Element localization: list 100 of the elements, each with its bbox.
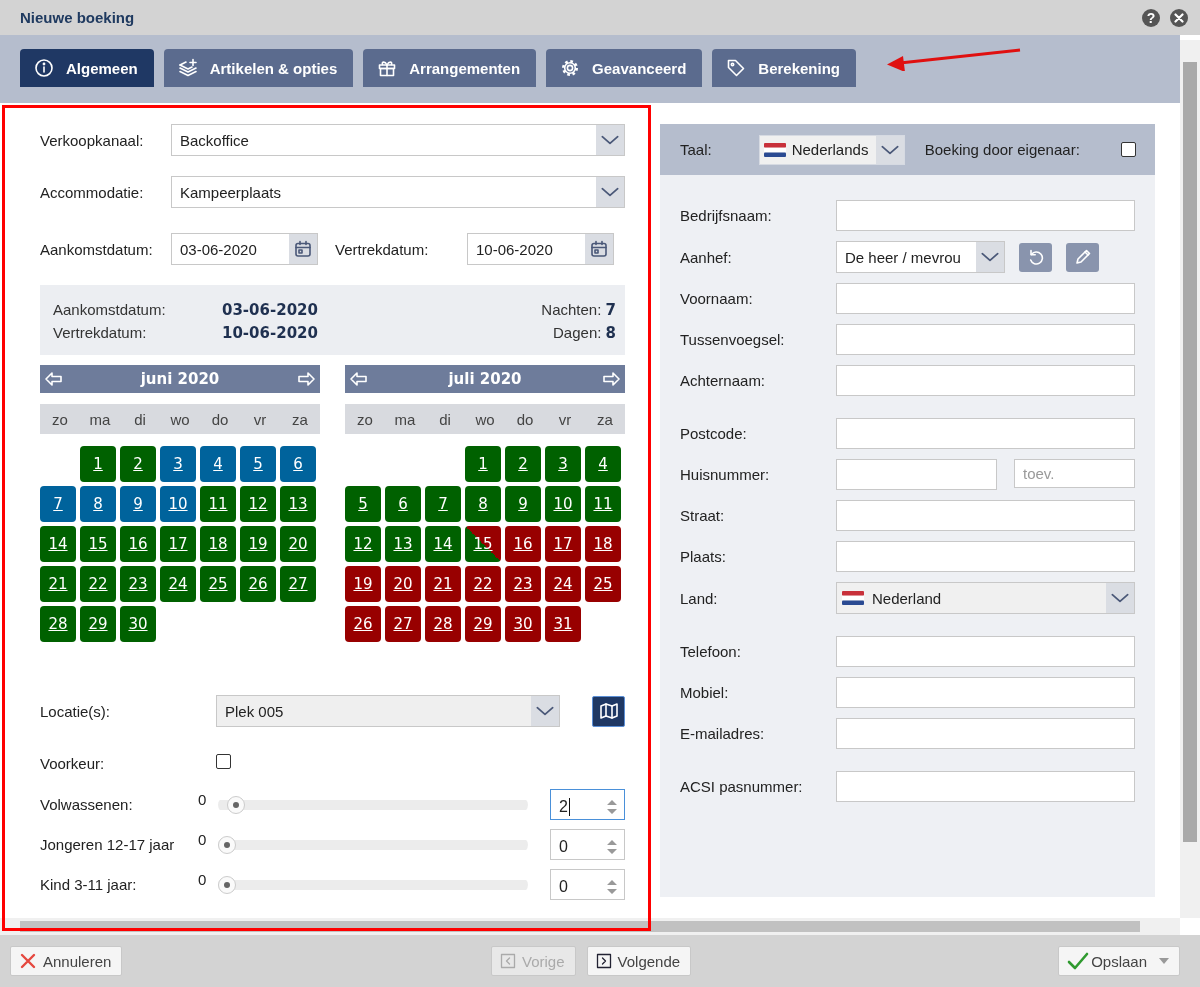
calendar-button[interactable] bbox=[289, 234, 317, 264]
cancel-button[interactable]: Annuleren bbox=[10, 946, 123, 976]
calendar-day[interactable]: 11 bbox=[585, 486, 621, 522]
input-field[interactable] bbox=[836, 324, 1135, 355]
calendar-day[interactable]: 29 bbox=[80, 606, 116, 642]
calendar-day[interactable]: 26 bbox=[345, 606, 381, 642]
number-field[interactable]: 2 bbox=[550, 789, 625, 820]
calendar-day[interactable]: 7 bbox=[40, 486, 76, 522]
calendar-day[interactable]: 30 bbox=[505, 606, 541, 642]
calendar-day[interactable]: 1 bbox=[80, 446, 116, 482]
calendar-day[interactable]: 16 bbox=[505, 526, 541, 562]
number-field[interactable]: 0 bbox=[550, 829, 625, 860]
checkbox[interactable] bbox=[216, 754, 231, 769]
date-field[interactable]: 10-06-2020 bbox=[467, 233, 614, 265]
previous-month-button[interactable] bbox=[349, 370, 369, 388]
calendar-day[interactable]: 3 bbox=[545, 446, 581, 482]
vertical-scrollbar[interactable] bbox=[1180, 40, 1200, 918]
calendar-button[interactable] bbox=[585, 234, 613, 264]
calendar-day[interactable]: 14 bbox=[40, 526, 76, 562]
calendar-day[interactable]: 15 bbox=[80, 526, 116, 562]
salutation-dropdown[interactable]: De heer / mevrou bbox=[836, 241, 1005, 273]
calendar-day[interactable]: 28 bbox=[425, 606, 461, 642]
input-field[interactable] bbox=[836, 718, 1135, 749]
tab[interactable]: Arrangementen bbox=[363, 49, 537, 87]
calendar-day[interactable]: 13 bbox=[280, 486, 316, 522]
next-month-button[interactable] bbox=[296, 370, 316, 388]
previous-month-button[interactable] bbox=[44, 370, 64, 388]
calendar-day[interactable]: 14 bbox=[425, 526, 461, 562]
calendar-day[interactable]: 5 bbox=[240, 446, 276, 482]
calendar-day[interactable]: 31 bbox=[545, 606, 581, 642]
checkbox[interactable] bbox=[1121, 142, 1136, 157]
calendar-day[interactable]: 18 bbox=[585, 526, 621, 562]
calendar-day[interactable]: 24 bbox=[545, 566, 581, 602]
reset-button[interactable] bbox=[1019, 242, 1052, 272]
input-field[interactable] bbox=[836, 500, 1135, 531]
calendar-day[interactable]: 2 bbox=[505, 446, 541, 482]
calendar-day[interactable]: 25 bbox=[585, 566, 621, 602]
input-field[interactable] bbox=[836, 459, 997, 490]
calendar-day[interactable]: 9 bbox=[120, 486, 156, 522]
number-field[interactable]: 0 bbox=[550, 869, 625, 900]
date-field[interactable]: 03-06-2020 bbox=[171, 233, 318, 265]
slider-thumb[interactable] bbox=[218, 835, 236, 854]
calendar-day[interactable]: 28 bbox=[40, 606, 76, 642]
tab[interactable]: Geavanceerd bbox=[546, 49, 703, 87]
calendar-day[interactable]: 21 bbox=[40, 566, 76, 602]
location-dropdown[interactable]: Plek 005 bbox=[216, 695, 560, 727]
calendar-day[interactable]: 30 bbox=[120, 606, 156, 642]
input-field[interactable] bbox=[836, 418, 1135, 449]
calendar-day[interactable]: 29 bbox=[465, 606, 501, 642]
close-button[interactable] bbox=[1170, 8, 1188, 27]
calendar-day[interactable]: 2 bbox=[120, 446, 156, 482]
calendar-day[interactable]: 13 bbox=[385, 526, 421, 562]
slider-thumb[interactable] bbox=[226, 795, 245, 814]
calendar-day[interactable]: 3 bbox=[160, 446, 196, 482]
calendar-day[interactable]: 4 bbox=[585, 446, 621, 482]
calendar-day[interactable]: 17 bbox=[545, 526, 581, 562]
calendar-day[interactable]: 10 bbox=[160, 486, 196, 522]
slider-thumb[interactable] bbox=[218, 875, 236, 894]
calendar-day[interactable]: 1 bbox=[465, 446, 501, 482]
calendar-day[interactable]: 20 bbox=[280, 526, 316, 562]
calendar-day[interactable]: 6 bbox=[280, 446, 316, 482]
calendar-day[interactable]: 17 bbox=[160, 526, 196, 562]
calendar-day[interactable]: 22 bbox=[465, 566, 501, 602]
country-dropdown[interactable]: Nederland bbox=[836, 582, 1135, 614]
calendar-day[interactable]: 25 bbox=[200, 566, 236, 602]
calendar-day[interactable]: 4 bbox=[200, 446, 236, 482]
calendar-day[interactable]: 11 bbox=[200, 486, 236, 522]
sales-channel-dropdown[interactable]: Backoffice bbox=[171, 124, 625, 156]
calendar-day[interactable]: 5 bbox=[345, 486, 381, 522]
help-button[interactable]: ? bbox=[1142, 8, 1160, 27]
calendar-day[interactable]: 7 bbox=[425, 486, 461, 522]
input-field[interactable] bbox=[836, 771, 1135, 802]
calendar-day[interactable]: 8 bbox=[465, 486, 501, 522]
calendar-day[interactable]: 20 bbox=[385, 566, 421, 602]
input-field[interactable] bbox=[836, 365, 1135, 396]
calendar-day[interactable]: 22 bbox=[80, 566, 116, 602]
tab[interactable]: Artikelen & opties bbox=[163, 49, 354, 87]
language-dropdown[interactable]: Nederlands bbox=[758, 134, 905, 165]
next-button[interactable]: Volgende bbox=[586, 946, 692, 976]
calendar-day[interactable]: 27 bbox=[280, 566, 316, 602]
input-field[interactable] bbox=[836, 200, 1135, 231]
save-button[interactable]: Opslaan bbox=[1058, 946, 1180, 976]
calendar-day[interactable]: 19 bbox=[345, 566, 381, 602]
input-field[interactable] bbox=[836, 541, 1135, 572]
accommodation-dropdown[interactable]: Kampeerplaats bbox=[171, 176, 625, 208]
calendar-day[interactable]: 12 bbox=[345, 526, 381, 562]
calendar-day[interactable]: 9 bbox=[505, 486, 541, 522]
tab[interactable]: Berekening bbox=[712, 49, 857, 87]
calendar-day[interactable]: 24 bbox=[160, 566, 196, 602]
input-field[interactable] bbox=[836, 677, 1135, 708]
map-button[interactable] bbox=[592, 695, 625, 727]
calendar-day[interactable]: 16 bbox=[120, 526, 156, 562]
input-field[interactable] bbox=[836, 636, 1135, 667]
next-month-button[interactable] bbox=[601, 370, 621, 388]
calendar-day[interactable]: 18 bbox=[200, 526, 236, 562]
calendar-day[interactable]: 10 bbox=[545, 486, 581, 522]
calendar-day[interactable]: 12 bbox=[240, 486, 276, 522]
calendar-day[interactable]: 6 bbox=[385, 486, 421, 522]
calendar-day[interactable]: 21 bbox=[425, 566, 461, 602]
calendar-day[interactable]: 19 bbox=[240, 526, 276, 562]
